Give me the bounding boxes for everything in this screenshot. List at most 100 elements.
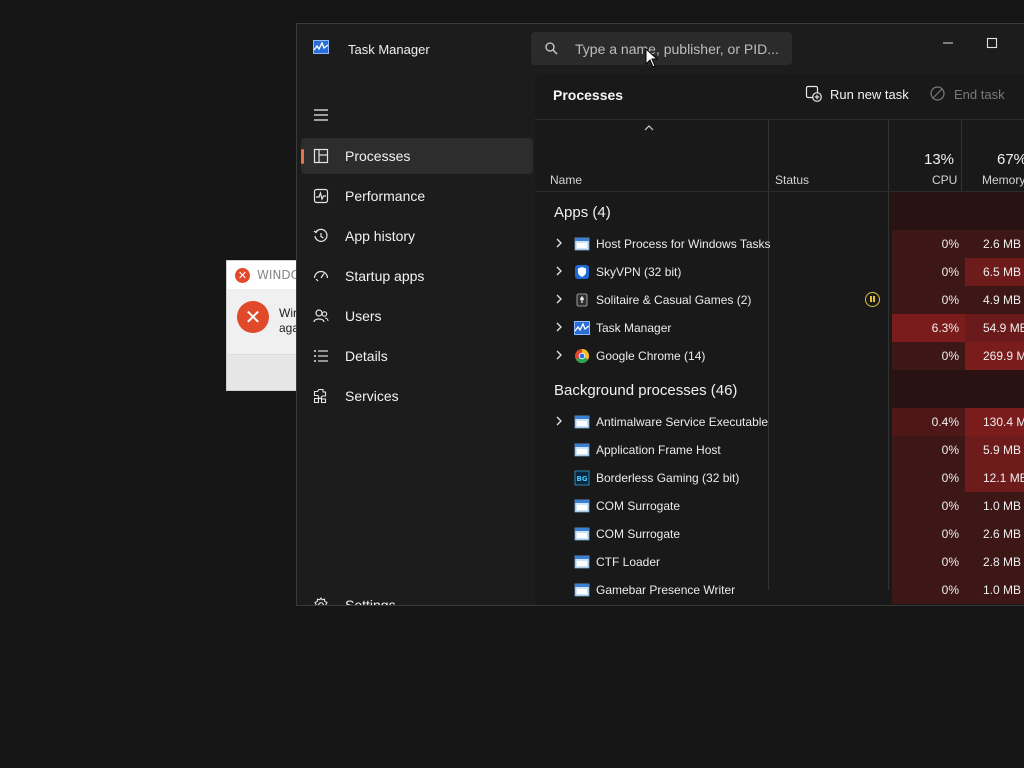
chevron-right-icon[interactable] [555, 294, 563, 304]
title-bar[interactable]: Task Manager [297, 24, 1024, 74]
gear-icon [314, 597, 328, 605]
group-header: Apps (4) [554, 204, 611, 221]
sidebar-item-settings[interactable]: Settings [301, 587, 533, 605]
process-name: Borderless Gaming (32 bit) [596, 471, 740, 485]
process-row[interactable]: Application Frame Host 0% 5.9 MB [535, 436, 1024, 464]
column-header-status[interactable]: Status [775, 173, 809, 187]
maximize-button[interactable] [977, 32, 1007, 54]
chevron-right-icon[interactable] [555, 416, 563, 426]
processes-panel: Processes Run new task End task Name Sta… [535, 74, 1024, 605]
memory-value: 2.8 MB [965, 548, 1024, 576]
search-box[interactable] [531, 32, 792, 65]
details-icon [314, 350, 328, 362]
memory-value: 1.0 MB [965, 492, 1024, 520]
cpu-value: 0.4% [892, 408, 965, 436]
chevron-right-icon[interactable] [555, 238, 563, 248]
cpu-value: 0% [892, 492, 965, 520]
cpu-value: 0% [892, 258, 965, 286]
sidebar-item-label: Performance [345, 188, 426, 204]
borderless-gaming-icon: BG [574, 470, 590, 486]
heat-band [892, 370, 965, 408]
process-row[interactable]: SkyVPN (32 bit) 0% 6.5 MB [535, 258, 1024, 286]
error-dialog-titlebar: ✕ WINDO [227, 261, 305, 289]
toolbar-divider [535, 119, 1024, 120]
end-task-icon [930, 86, 945, 101]
memory-value: 269.9 MB [965, 342, 1024, 370]
end-task-label: End task [954, 87, 1005, 102]
run-task-icon [805, 85, 822, 102]
heat-band [892, 192, 965, 230]
process-row[interactable]: BG Borderless Gaming (32 bit) 0% 12.1 MB [535, 464, 1024, 492]
chevron-right-icon[interactable] [555, 322, 563, 332]
task-manager-icon [313, 40, 329, 54]
process-name: Host Process for Windows Tasks [596, 237, 771, 251]
process-name: COM Surrogate [596, 499, 681, 513]
cpu-value: 0% [892, 230, 965, 258]
search-input[interactable] [575, 39, 785, 59]
sort-ascending-icon [644, 125, 654, 131]
windows-process-icon [574, 443, 590, 457]
cpu-value: 0% [892, 520, 965, 548]
column-header-memory[interactable]: Memory [982, 173, 1024, 187]
sidebar-item-app-history[interactable]: App history [301, 218, 533, 254]
maximize-icon [986, 37, 998, 49]
process-name: Application Frame Host [596, 443, 721, 457]
mouse-cursor-icon [645, 48, 658, 68]
task-manager-icon [574, 321, 590, 335]
sidebar-item-performance[interactable]: Performance [301, 178, 533, 214]
window-title: Task Manager [348, 42, 430, 57]
windows-process-icon [574, 583, 590, 597]
process-row[interactable]: Task Manager 6.3% 54.9 MB [535, 314, 1024, 342]
windows-process-icon [574, 555, 590, 569]
error-dialog-title: WINDO [257, 268, 301, 282]
sidebar-item-startup-apps[interactable]: Startup apps [301, 258, 533, 294]
sidebar-item-details[interactable]: Details [301, 338, 533, 374]
sidebar-item-label: Startup apps [345, 268, 425, 284]
cpu-value: 0% [892, 342, 965, 370]
page-title: Processes [553, 87, 624, 103]
services-icon [313, 388, 327, 404]
solitaire-icon [576, 293, 588, 307]
menu-icon[interactable] [313, 108, 329, 122]
memory-value: 2.6 MB [965, 230, 1024, 258]
chevron-right-icon[interactable] [555, 350, 563, 360]
heat-band [965, 370, 1024, 408]
process-name: Google Chrome (14) [596, 349, 706, 363]
startup-apps-icon [313, 270, 329, 282]
error-dialog-footer [227, 354, 305, 390]
column-header-cpu[interactable]: CPU [932, 173, 957, 187]
sidebar-item-users[interactable]: Users [301, 298, 533, 334]
column-header-name[interactable]: Name [550, 173, 582, 187]
windows-process-icon [574, 527, 590, 541]
minimize-button[interactable] [933, 32, 963, 54]
memory-value: 54.9 MB [965, 314, 1024, 342]
chrome-icon [575, 348, 590, 364]
process-row[interactable]: Host Process for Windows Tasks 0% 2.6 MB [535, 230, 1024, 258]
memory-value: 4.9 MB [965, 286, 1024, 314]
windows-process-icon [574, 499, 590, 513]
task-manager-window: Task Manager Processes [296, 23, 1024, 606]
process-name: Antimalware Service Executable [596, 415, 769, 429]
process-row[interactable]: COM Surrogate 0% 1.0 MB [535, 492, 1024, 520]
suspended-icon [865, 292, 880, 307]
sidebar-item-processes[interactable]: Processes [301, 138, 533, 174]
process-row[interactable]: Google Chrome (14) 0%269.9 MB [535, 342, 1024, 370]
sidebar: Processes Performance App history Startu… [297, 74, 535, 605]
sidebar-item-services[interactable]: Services [301, 378, 533, 414]
cpu-value: 0% [892, 576, 965, 604]
search-icon [545, 42, 558, 55]
process-row[interactable]: COM Surrogate 0% 2.6 MB [535, 520, 1024, 548]
skyvpn-icon [575, 265, 589, 279]
sidebar-item-label: Details [345, 348, 388, 364]
memory-value: 2.6 MB [965, 520, 1024, 548]
process-row[interactable]: Antimalware Service Executable 0.4% 130.4 … [535, 408, 1024, 436]
windows-process-icon [574, 415, 590, 429]
process-row[interactable]: CTF Loader 0% 2.8 MB [535, 548, 1024, 576]
sidebar-item-label: App history [345, 228, 416, 244]
process-name: SkyVPN (32 bit) [596, 265, 682, 279]
process-row[interactable]: Solitaire & Casual Games (2) 0% 4.9 MB [535, 286, 1024, 314]
group-header: Background processes (46) [554, 382, 738, 399]
process-row[interactable]: Gamebar Presence Writer 0% 1.0 MB [535, 576, 1024, 604]
memory-value: 12.1 MB [965, 464, 1024, 492]
chevron-right-icon[interactable] [555, 266, 563, 276]
